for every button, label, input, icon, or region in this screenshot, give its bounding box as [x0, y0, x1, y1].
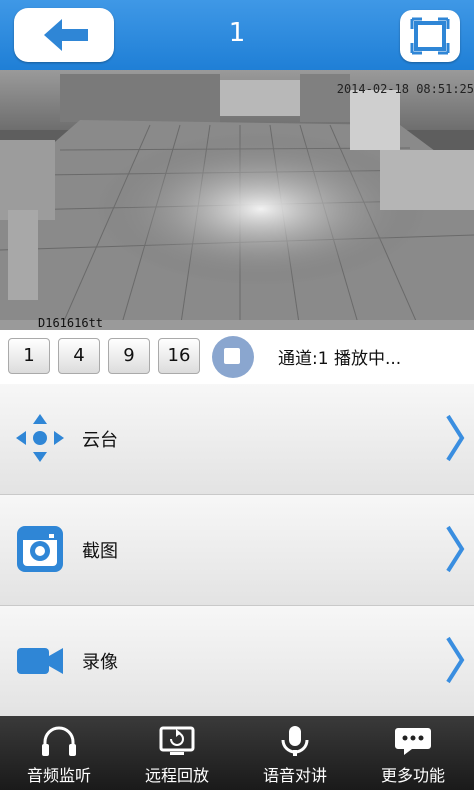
grid-1-button[interactable]: 1 [8, 338, 50, 374]
camera-scene [0, 70, 474, 330]
playback-monitor-icon [159, 726, 195, 755]
top-bar: 1 [0, 0, 474, 70]
menu-item-label: 录像 [82, 652, 118, 673]
menu-item-label: 云台 [82, 430, 118, 451]
menu-item-record[interactable]: 录像 [0, 606, 474, 717]
stop-button[interactable] [212, 336, 254, 378]
ptz-arrows-icon [16, 414, 64, 462]
stop-icon [224, 348, 240, 364]
camera-icon [17, 526, 63, 572]
playback-controls: 1 4 9 16 通道:1 播放中... [0, 330, 474, 385]
tab-label: 音频监听 [26, 766, 91, 785]
camera-label: D161616tt [38, 316, 104, 330]
chevron-right-icon [446, 525, 465, 573]
bottom-tab-bar: 音频监听 远程回放 语音对讲 更多功能 [0, 716, 474, 790]
video-camera-icon [17, 648, 63, 674]
menu-item-ptz[interactable]: 云台 [0, 384, 474, 495]
chat-bubble-icon [395, 728, 431, 755]
microphone-icon [281, 726, 309, 756]
menu-item-label: 截图 [82, 541, 118, 562]
chevron-right-icon [446, 636, 465, 684]
grid-9-button[interactable]: 9 [108, 338, 150, 374]
grid-16-button[interactable]: 16 [158, 338, 200, 374]
video-timestamp: 2014-02-18 08:51:25 [336, 82, 474, 96]
headphones-icon [42, 726, 76, 756]
video-feed[interactable]: 2014-02-18 08:51:25 D161616tt [0, 70, 474, 330]
fullscreen-icon [410, 17, 450, 55]
tab-remote-playback[interactable]: 远程回放 [118, 716, 236, 790]
tab-label: 更多功能 [380, 766, 445, 785]
tab-label: 语音对讲 [262, 766, 327, 785]
fullscreen-button[interactable] [400, 10, 460, 62]
tab-more-functions[interactable]: 更多功能 [354, 716, 472, 790]
menu-item-screenshot[interactable]: 截图 [0, 495, 474, 606]
tab-label: 远程回放 [144, 766, 209, 785]
chevron-right-icon [446, 414, 465, 462]
tab-audio-monitor[interactable]: 音频监听 [0, 716, 118, 790]
tab-voice-intercom[interactable]: 语音对讲 [236, 716, 354, 790]
grid-4-button[interactable]: 4 [58, 338, 100, 374]
channel-status: 通道:1 播放中... [278, 349, 402, 369]
